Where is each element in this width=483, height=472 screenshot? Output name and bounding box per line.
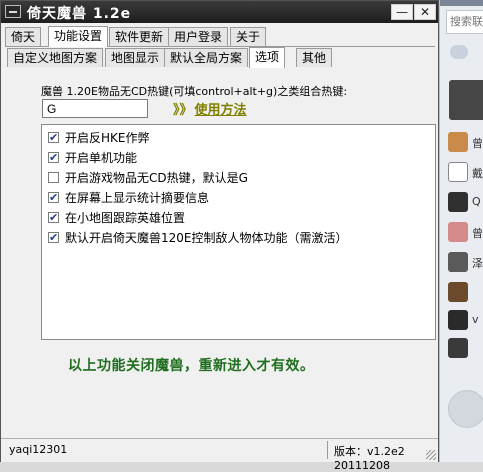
qq-dark-tile[interactable] xyxy=(449,80,483,120)
tab-options[interactable]: 选项 xyxy=(249,47,286,68)
option-label: 开启游戏物品无CD热键，默认是G xyxy=(65,171,248,185)
main-window: 倚天魔兽 1.2e — ✕ 倚天 功能设置 软件更新 用户登录 关于 自定义地图… xyxy=(0,0,439,472)
double-chevron-icon: 》》 xyxy=(173,103,193,118)
tab-yitian[interactable]: 倚天 xyxy=(5,27,42,46)
status-bar: yaqi12301 版本：v1.2e2 20111208 xyxy=(1,438,438,472)
title-bar[interactable]: 倚天魔兽 1.2e — ✕ xyxy=(1,1,438,23)
contact-avatar[interactable] xyxy=(448,162,468,182)
checkbox-enemy-control[interactable] xyxy=(48,229,59,247)
contact-avatar[interactable] xyxy=(448,222,468,242)
resize-grip-icon[interactable] xyxy=(426,450,436,460)
tab-software-update[interactable]: 软件更新 xyxy=(109,27,170,46)
contact-avatar[interactable] xyxy=(448,282,468,302)
contact-name: 曾 xyxy=(472,227,483,240)
status-username: yaqi12301 xyxy=(9,443,68,456)
tab-feature-settings[interactable]: 功能设置 xyxy=(48,26,109,47)
option-label: 开启反HKE作弊 xyxy=(65,131,150,145)
status-divider xyxy=(327,441,328,459)
tab-about[interactable]: 关于 xyxy=(230,27,267,46)
contact-name: v xyxy=(472,313,479,326)
contact-name: 曾 xyxy=(472,137,483,150)
checkbox-stats-summary[interactable] xyxy=(48,189,59,207)
tab-map-display[interactable]: 地图显示 xyxy=(105,48,166,67)
status-version: 版本：v1.2e2 20111208 xyxy=(334,445,405,472)
window-title: 倚天魔兽 1.2e xyxy=(27,6,132,22)
chat-bubble-icon[interactable] xyxy=(450,45,468,59)
system-menu-icon[interactable] xyxy=(5,5,21,18)
option-label: 在屏幕上显示统计摘要信息 xyxy=(65,191,210,205)
tab-custom-map-scheme[interactable]: 自定义地图方案 xyxy=(7,48,104,67)
close-button[interactable]: ✕ xyxy=(414,4,436,20)
option-label: 默认开启倚天魔兽120E控制敌人物体功能（需激活） xyxy=(65,231,348,245)
qq-header-strip xyxy=(440,0,483,6)
qq-side-panel: 曾 戴 Q 曾 泽 v xyxy=(439,0,483,462)
checkbox-minimap-hero-tracking[interactable] xyxy=(48,209,59,227)
checkbox-single-player[interactable] xyxy=(48,149,59,167)
option-label: 开启单机功能 xyxy=(65,151,138,165)
checkbox-no-cd-hotkey[interactable] xyxy=(48,172,59,183)
option-label: 在小地图跟踪英雄位置 xyxy=(65,211,186,225)
qq-penguin-icon[interactable] xyxy=(448,390,483,428)
tab-default-global-scheme[interactable]: 默认全局方案 xyxy=(164,48,249,67)
contact-avatar[interactable] xyxy=(448,310,468,330)
tab-other[interactable]: 其他 xyxy=(296,48,333,67)
usage-link-text: 使用方法 xyxy=(194,103,247,118)
minimize-button[interactable]: — xyxy=(391,4,413,20)
contact-name: 戴 xyxy=(472,167,483,180)
usage-link[interactable]: 》》 使用方法 xyxy=(173,99,247,118)
tab-user-login[interactable]: 用户登录 xyxy=(168,27,229,46)
contact-avatar[interactable] xyxy=(448,132,468,152)
options-checklist: 开启反HKE作弊 开启单机功能 开启游戏物品无CD热键，默认是G 在屏幕上显示统… xyxy=(41,124,436,340)
contact-name: Q xyxy=(472,195,481,208)
qq-search-input[interactable] xyxy=(446,10,483,34)
hotkey-input[interactable] xyxy=(42,99,148,118)
restart-notice: 以上功能关闭魔兽，重新进入才有效。 xyxy=(68,358,315,374)
contact-avatar[interactable] xyxy=(448,252,468,272)
hotkey-label: 魔兽 1.20E物品无CD热键(可填control+alt+g)之类组合热键: xyxy=(41,85,348,98)
checkbox-anti-hke[interactable] xyxy=(48,129,59,147)
contact-avatar[interactable] xyxy=(448,192,468,212)
contact-name: 泽 xyxy=(472,257,483,270)
contact-avatar[interactable] xyxy=(448,338,468,358)
